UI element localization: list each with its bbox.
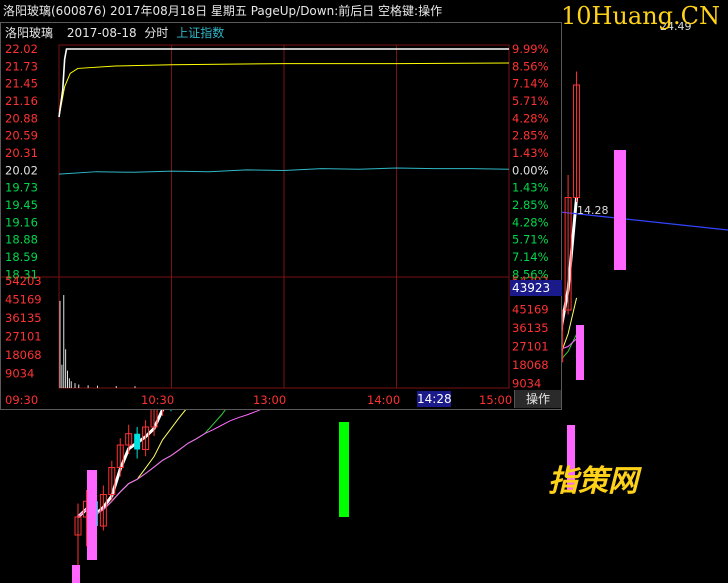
pct-tick-label: 1.43% — [512, 146, 549, 160]
time-tick-label: 14:00 — [367, 393, 400, 407]
pct-tick-label: 5.71% — [512, 94, 549, 108]
pct-tick-label: 1.43% — [512, 181, 549, 195]
price-tick-label: 20.88 — [5, 111, 38, 125]
pct-tick-label: 4.28% — [512, 215, 549, 229]
volume-right-label: 27101 — [512, 340, 549, 354]
time-tick-label: 10:30 — [141, 393, 174, 407]
price-tick-label: 21.16 — [5, 94, 38, 108]
price-tick-label: 21.45 — [5, 77, 38, 91]
watermark-bottom: 指策网 — [548, 464, 638, 499]
volume-highlight-bar — [614, 150, 626, 270]
price-tick-label: 19.45 — [5, 198, 38, 212]
volume-tick-label: 9034 — [5, 367, 34, 381]
price-tick-label: 20.31 — [5, 146, 38, 160]
time-tick-label: 15:00 — [479, 393, 512, 407]
current-volume-box: 43923 — [510, 280, 562, 296]
intraday-chart: 22.02 9.99% 21.73 8.56% 21.45 7.14% 21.16 5.71%… — [1, 42, 549, 407]
price-tick-label: 21.73 — [5, 59, 38, 73]
pct-tick-label: 2.85% — [512, 129, 549, 143]
pct-tick-label: 4.28% — [512, 111, 549, 125]
time-tick-label: 09:30 — [5, 393, 38, 407]
intraday-popup[interactable]: 22.02 9.99% 21.73 8.56% 21.45 7.14% 21.16 5.71%… — [0, 22, 562, 410]
volume-tick-label: 54203 — [5, 274, 42, 288]
pct-tick-label: 7.14% — [512, 77, 549, 91]
volume-tick-label: 45169 — [5, 293, 42, 307]
price-tick-label: 19.16 — [5, 215, 38, 229]
volume-right-label: 9034 — [512, 377, 541, 391]
volume-highlight-bar — [339, 422, 349, 517]
index-link[interactable]: 上证指数 — [176, 26, 224, 40]
volume-tick-label: 36135 — [5, 311, 42, 325]
volume-tick-label: 27101 — [5, 330, 42, 344]
volume-right-label: 36135 — [512, 321, 549, 335]
stock-name: 洛阳玻璃 — [5, 26, 54, 40]
pct-tick-label: 2.85% — [512, 198, 549, 212]
current-time-box: 14:28 — [417, 391, 452, 407]
price-tick-label: 20.02 — [5, 163, 38, 177]
volume-highlight-bar — [72, 565, 80, 583]
volume-right-label: 45169 — [512, 303, 549, 317]
time-tick-label: 13:00 — [253, 393, 286, 407]
pct-tick-label: 5.71% — [512, 233, 549, 247]
candle-body — [134, 433, 141, 450]
popup-header: 洛阳玻璃 2017-08-18 分时 上证指数 — [1, 23, 561, 43]
pct-tick-label: 9.99% — [512, 42, 549, 56]
chart-mode: 分时 — [144, 26, 169, 40]
pct-tick-label: 7.14% — [512, 250, 549, 264]
operate-button[interactable]: 操作 — [514, 390, 561, 408]
price-tick-label: 20.59 — [5, 129, 38, 143]
price-tick-label: 19.73 — [5, 181, 38, 195]
volume-right-label: 18068 — [512, 358, 549, 372]
volume-highlight-bar — [87, 470, 97, 560]
price-tick-label: 18.88 — [5, 233, 38, 247]
watermark-top: 10Huang.CN — [560, 2, 720, 30]
price-tick-label: 22.02 — [5, 42, 38, 56]
kline-side-label: 14.28 — [577, 204, 609, 217]
pct-tick-label: 8.56% — [512, 59, 549, 73]
pct-tick-label: 0.00% — [512, 163, 549, 177]
price-tick-label: 18.59 — [5, 250, 38, 264]
volume-highlight-bar — [576, 325, 584, 380]
volume-tick-label: 18068 — [5, 348, 42, 362]
chart-date: 2017-08-18 — [66, 26, 137, 40]
